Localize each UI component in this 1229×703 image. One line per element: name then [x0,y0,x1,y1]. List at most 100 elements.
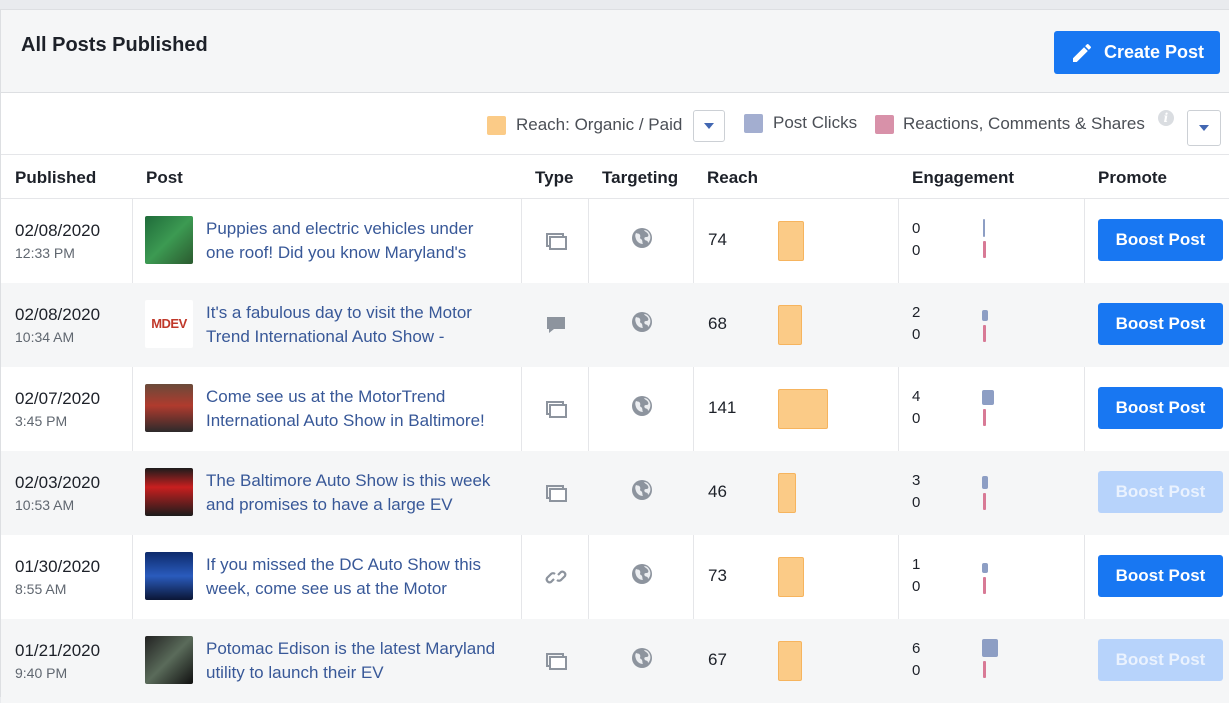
table-row[interactable]: 01/21/2020 9:40 PM Potomac Edison is the… [1,619,1229,703]
col-promote[interactable]: Promote [1098,168,1167,188]
published-time: 10:53 AM [15,497,75,513]
col-targeting[interactable]: Targeting [602,168,678,188]
table-row[interactable]: 02/08/2020 12:33 PM Puppies and electric… [1,199,1229,283]
clicks-value: 3 [912,472,921,489]
table-row[interactable]: 01/30/2020 8:55 AM If you missed the DC … [1,535,1229,619]
clicks-value: 6 [912,640,921,657]
post-thumbnail[interactable] [145,552,193,600]
published-time: 12:33 PM [15,245,75,261]
reactions-value: 0 [912,494,921,511]
reactions-value: 0 [912,326,921,343]
create-post-label: Create Post [1103,42,1205,62]
legend-clicks-label: Post Clicks [773,113,858,132]
create-post-button[interactable]: Create Post [1054,31,1220,74]
clicks-value: 0 [912,220,921,237]
published-date: 01/30/2020 [15,557,101,576]
reactions-bar [983,493,986,510]
published-time: 9:40 PM [15,665,68,681]
table-row[interactable]: 02/07/2020 3:45 PM Come see us at the Mo… [1,367,1229,451]
page-title: All Posts Published [21,34,208,56]
reactions-bar [983,409,986,426]
reach-bar [778,473,796,513]
reach-bar [778,389,828,429]
reach-bar [778,305,802,345]
chevron-down-icon [1199,125,1209,131]
globe-icon [631,227,653,249]
boost-post-button[interactable]: Boost Post [1098,387,1223,429]
post-thumbnail[interactable] [145,216,193,264]
post-text-link[interactable]: Come see us at the MotorTrend Internatio… [206,385,506,433]
link-icon [544,565,568,589]
reactions-value: 0 [912,242,921,259]
reactions-value: 0 [912,578,921,595]
posts-table-body: 02/08/2020 12:33 PM Puppies and electric… [1,199,1229,703]
published-date: 02/03/2020 [15,473,101,492]
col-post[interactable]: Post [146,168,183,188]
table-row[interactable]: 02/03/2020 10:53 AM The Baltimore Auto S… [1,451,1229,535]
post-thumbnail[interactable] [145,636,193,684]
clicks-bar [982,639,998,657]
published-date: 02/07/2020 [15,389,101,408]
col-type[interactable]: Type [535,168,573,188]
clicks-bar [982,310,988,321]
post-text-link[interactable]: It's a fabulous day to visit the Motor T… [206,301,506,349]
reach-dropdown[interactable] [693,110,725,142]
reach-bar [778,557,804,597]
album-icon [544,481,568,505]
album-icon [544,397,568,421]
post-text-link[interactable]: If you missed the DC Auto Show this week… [206,553,506,601]
reactions-bar [983,577,986,594]
reach-value: 46 [708,482,727,501]
reach-swatch [487,115,506,135]
clicks-bar [983,219,985,237]
globe-icon [631,647,653,669]
post-text-link[interactable]: Potomac Edison is the latest Maryland ut… [206,637,506,685]
engagement-dropdown[interactable] [1187,110,1221,146]
published-date: 02/08/2020 [15,221,101,240]
boost-post-button[interactable]: Boost Post [1098,555,1223,597]
reactions-value: 0 [912,662,921,679]
post-thumbnail[interactable] [145,384,193,432]
table-row[interactable]: 02/08/2020 10:34 AM MDEV It's a fabulous… [1,283,1229,367]
legend-clicks: Post Clicks [744,113,857,133]
clicks-swatch [744,113,763,133]
clicks-value: 4 [912,388,921,405]
post-thumbnail[interactable] [145,468,193,516]
clicks-bar [982,390,994,405]
boost-post-button[interactable]: Boost Post [1098,639,1223,681]
post-text-link[interactable]: Puppies and electric vehicles under one … [206,217,506,265]
legend-reach: Reach: Organic / Paid [487,115,682,135]
status-icon [544,313,568,337]
legend-reach-label: Reach: Organic / Paid [516,115,683,134]
post-thumbnail[interactable]: MDEV [145,300,193,348]
chevron-down-icon [704,123,714,129]
reach-value: 67 [708,650,727,669]
reach-bar [778,221,804,261]
published-time: 10:34 AM [15,329,75,345]
boost-post-button[interactable]: Boost Post [1098,303,1223,345]
col-reach[interactable]: Reach [707,168,758,188]
boost-post-button[interactable]: Boost Post [1098,471,1223,513]
globe-icon [631,563,653,585]
post-text-link[interactable]: The Baltimore Auto Show is this week and… [206,469,506,517]
info-icon[interactable]: i [1157,110,1174,126]
reach-bar [778,641,802,681]
posts-panel: All Posts Published Create Post Reach: O… [0,9,1229,703]
published-time: 3:45 PM [15,413,68,429]
clicks-bar [982,563,988,573]
boost-post-button[interactable]: Boost Post [1098,219,1223,261]
table-header: Published Post Type Targeting Reach Enga… [1,155,1229,199]
reactions-bar [983,241,986,258]
album-icon [544,649,568,673]
col-published[interactable]: Published [15,168,96,188]
mdev-logo-text: MDEV [151,316,187,331]
globe-icon [631,395,653,417]
clicks-value: 1 [912,556,921,573]
col-engagement[interactable]: Engagement [912,168,1014,188]
reach-value: 73 [708,566,727,585]
reach-value: 74 [708,230,727,249]
album-icon [544,229,568,253]
reactions-value: 0 [912,410,921,427]
clicks-bar [982,476,988,489]
legend-reactions: Reactions, Comments & Shares i [875,110,1174,134]
